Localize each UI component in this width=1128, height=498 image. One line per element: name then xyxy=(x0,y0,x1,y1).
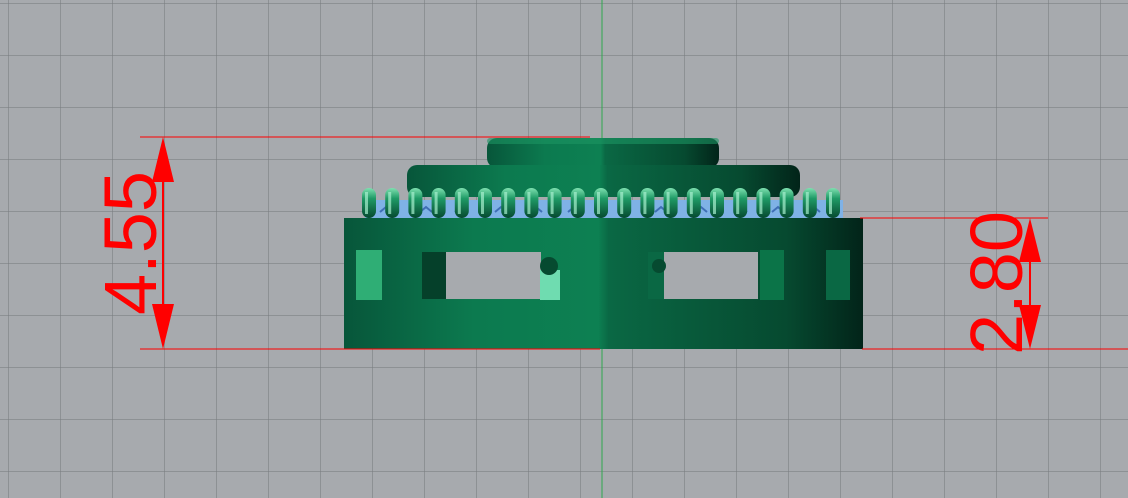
prong xyxy=(617,188,632,218)
gallery xyxy=(344,250,863,300)
prong xyxy=(640,188,655,218)
cad-viewport[interactable]: 4.55 2.80 xyxy=(0,0,1128,498)
prong-highlight xyxy=(759,192,763,214)
prong-highlight xyxy=(388,192,392,214)
prong xyxy=(454,188,469,218)
window-left xyxy=(446,252,541,299)
prong-row xyxy=(362,188,840,218)
prong-highlight xyxy=(527,192,531,214)
bottom-band xyxy=(344,300,863,349)
window-left-inner xyxy=(422,252,446,299)
prong xyxy=(756,188,771,218)
upper-band xyxy=(344,218,863,250)
prong-highlight xyxy=(434,192,438,214)
viewport-canvas: 4.55 2.80 xyxy=(89,0,1128,498)
post-4 xyxy=(826,250,850,300)
dimension-value-overall: 4.55 xyxy=(89,171,172,315)
prong-highlight xyxy=(829,192,832,214)
window-right-inner xyxy=(648,252,664,299)
prong xyxy=(362,188,376,218)
prong xyxy=(547,188,562,218)
prong-highlight xyxy=(620,192,624,214)
prong-highlight xyxy=(782,192,786,214)
post-1 xyxy=(356,250,382,300)
window-right xyxy=(664,252,758,299)
knob-right xyxy=(652,259,666,273)
prong xyxy=(710,188,724,218)
prong xyxy=(826,188,840,218)
prong-highlight xyxy=(573,192,577,214)
prong-highlight xyxy=(713,192,716,214)
prong-highlight xyxy=(504,192,508,214)
prong-highlight xyxy=(457,192,461,214)
prong-highlight xyxy=(597,192,600,214)
prong-highlight xyxy=(805,192,809,214)
prong-highlight xyxy=(689,192,693,214)
post-3 xyxy=(760,250,784,300)
prong xyxy=(733,188,748,218)
prong xyxy=(431,188,446,218)
knob-left xyxy=(540,257,558,275)
ring-model[interactable] xyxy=(344,138,863,349)
prong-highlight xyxy=(481,192,484,214)
prong-highlight xyxy=(550,192,554,214)
prong-highlight xyxy=(666,192,670,214)
prong xyxy=(594,188,608,218)
prong xyxy=(663,188,678,218)
prong-highlight xyxy=(411,192,415,214)
prong xyxy=(779,188,794,218)
dimension-lower[interactable]: 2.80 xyxy=(860,211,1128,355)
prong xyxy=(570,188,585,218)
dimension-value-lower: 2.80 xyxy=(955,211,1038,355)
prong xyxy=(686,188,701,218)
prong xyxy=(501,188,516,218)
prong xyxy=(478,188,492,218)
prong xyxy=(802,188,817,218)
prong xyxy=(524,188,539,218)
prong xyxy=(385,188,400,218)
prong-highlight xyxy=(643,192,647,214)
prong-highlight xyxy=(365,192,368,214)
prong xyxy=(408,188,423,218)
prong-highlight xyxy=(736,192,740,214)
